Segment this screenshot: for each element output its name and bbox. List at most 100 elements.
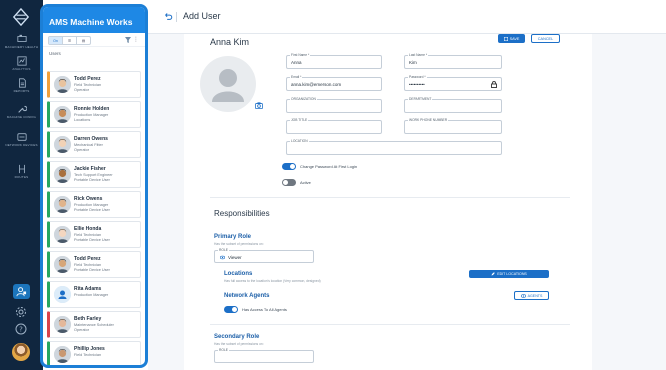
page-title: Add User — [176, 11, 221, 22]
network-agents-heading: Network Agents — [224, 293, 270, 299]
user-card[interactable]: Beth Farley Maintenance Scheduler Operator — [47, 311, 141, 338]
rail-item-routes[interactable]: ROUTES — [0, 164, 43, 192]
rail-item-reports[interactable]: REPORTS — [0, 78, 43, 106]
camera-icon[interactable] — [255, 102, 263, 109]
user-card[interactable]: Todd Perez Field Technician Portable Devic… — [47, 251, 141, 278]
users-section-label: Users — [49, 51, 61, 56]
email-label: Email * — [290, 75, 303, 79]
svg-text:?: ? — [19, 326, 23, 334]
job-title-field[interactable]: JOB TITLE — [286, 118, 382, 134]
all-agents-toggle[interactable] — [224, 306, 238, 313]
user-card[interactable]: Rita Adams Production Manager — [47, 281, 141, 308]
user-role: Locations — [74, 118, 91, 122]
password-label: Password * — [408, 75, 427, 79]
user-role: Portable Device User — [74, 238, 110, 242]
routes-icon — [18, 164, 25, 174]
user-avatar — [54, 136, 71, 153]
first-name-field[interactable]: First Name * Anna — [286, 53, 382, 69]
user-card[interactable]: Jackie Fisher Tech Support Engineer Portab… — [47, 161, 141, 188]
secondary-role-heading: Secondary Role — [214, 334, 260, 340]
last-name-field[interactable]: Last Name * Kim — [404, 53, 502, 69]
password-field[interactable]: Password * •••••••••• — [404, 75, 502, 91]
save-icon — [503, 36, 508, 41]
responsibilities-heading: Responsibilities — [214, 209, 270, 218]
user-name: Todd Perez — [74, 76, 101, 82]
user-card[interactable]: Phillip Jones Field Technician — [47, 341, 141, 365]
wrench-icon — [17, 105, 27, 113]
primary-role-value: Viewer — [228, 254, 242, 260]
eye-icon — [220, 255, 225, 260]
user-title: Production Manager — [74, 203, 109, 207]
primary-role-hint: Has the subset of permissions on: — [214, 242, 264, 246]
cancel-button[interactable]: CANCEL — [531, 34, 560, 43]
location-field[interactable]: LOCATION — [286, 139, 502, 155]
user-name: Ellie Honda — [74, 226, 102, 232]
locations-heading: Locations — [224, 271, 253, 277]
lock-icon[interactable] — [491, 81, 497, 88]
gear-icon[interactable] — [15, 306, 27, 318]
more-options-icon[interactable]: ⋮ — [133, 36, 139, 43]
agents-button[interactable]: AGENTS — [514, 291, 549, 300]
save-button[interactable]: SAVE — [498, 34, 525, 43]
email-field[interactable]: Email * anna.kim@emerson.com — [286, 75, 382, 91]
user-card[interactable]: Ronnie Holden Production Manager Locations — [47, 101, 141, 128]
first-name-value: Anna — [291, 60, 302, 65]
department-label: DEPARTMENT — [408, 97, 433, 101]
nav-rail: MACHINERY HEALTH ANALYTICS REPORTS MACHI… — [0, 0, 43, 370]
password-value: •••••••••• — [409, 82, 425, 87]
person-icon — [54, 286, 71, 303]
pencil-icon — [491, 272, 495, 276]
active-label: Active — [300, 180, 311, 185]
view-toggle-list[interactable]: ☰ — [63, 37, 77, 44]
reports-icon — [18, 78, 26, 88]
user-title: Production Manager — [74, 113, 109, 117]
view-toggle-grid[interactable]: ▤ — [77, 37, 90, 44]
user-card[interactable]: Darren Owens Mechanical Fitter Operator — [47, 131, 141, 158]
user-title: Field Technician — [74, 233, 102, 237]
organization-field[interactable]: ORGANIZATION — [286, 97, 382, 113]
secondary-role-hint: Has the subset of permissions on: — [214, 342, 264, 346]
user-name: Phillip Jones — [74, 346, 105, 352]
panel-toolbar: On ☰ ▤ ⋮ — [43, 33, 145, 47]
secondary-role-select[interactable]: ROLE — [214, 348, 314, 363]
user-role: Portable Device User — [74, 268, 110, 272]
rail-item-network-devices[interactable]: NETWORK DEVICES — [0, 132, 43, 160]
work-phone-field[interactable]: WORK PHONE NUMBER — [404, 118, 502, 134]
user-photo — [54, 136, 71, 153]
user-title: Field Technician — [74, 83, 102, 87]
user-avatar — [54, 226, 71, 243]
user-card[interactable]: Ellie Honda Field Technician Portable Devi… — [47, 221, 141, 248]
app-logo-icon — [12, 8, 30, 26]
primary-role-heading: Primary Role — [214, 234, 252, 240]
analytics-icon — [16, 56, 27, 66]
user-role: Portable Device User — [74, 178, 110, 182]
edit-locations-button[interactable]: EDIT LOCATIONS — [469, 270, 549, 278]
user-card[interactable]: Todd Perez Field Technician Operator — [47, 71, 141, 98]
user-role: Operator — [74, 148, 89, 152]
rail-item-machine-config[interactable]: MACHINE CONFIG — [0, 104, 43, 132]
profile-photo-placeholder — [200, 56, 256, 112]
filter-icon[interactable] — [125, 37, 131, 43]
active-toggle[interactable] — [282, 179, 296, 186]
user-role: Operator — [74, 88, 89, 92]
rail-label: NETWORK DEVICES — [5, 143, 38, 147]
user-card[interactable]: Rick Owens Production Manager Portable Dev… — [47, 191, 141, 218]
eye-icon — [520, 293, 526, 298]
work-phone-label: WORK PHONE NUMBER — [408, 118, 449, 122]
rail-item-users[interactable] — [13, 284, 30, 299]
user-name: Rita Adams — [74, 286, 102, 292]
change-password-toggle[interactable] — [282, 163, 296, 170]
user-avatar — [54, 346, 71, 363]
user-title: Mechanical Fitter — [74, 143, 103, 147]
back-arrow-icon[interactable] — [163, 11, 173, 21]
content-area: Anna Kim SAVE CANCEL First Name * Anna L… — [148, 34, 666, 370]
user-photo — [54, 76, 71, 93]
user-name: Todd Perez — [74, 256, 101, 262]
department-field[interactable]: DEPARTMENT — [404, 97, 502, 113]
secondary-role-label: ROLE — [218, 348, 229, 352]
help-icon[interactable]: ? — [15, 323, 27, 335]
primary-role-select[interactable]: ROLE Viewer — [214, 248, 314, 263]
view-toggle-on[interactable]: On — [49, 37, 63, 44]
view-toggle[interactable]: On ☰ ▤ — [48, 36, 91, 45]
current-user-avatar[interactable] — [12, 343, 30, 361]
